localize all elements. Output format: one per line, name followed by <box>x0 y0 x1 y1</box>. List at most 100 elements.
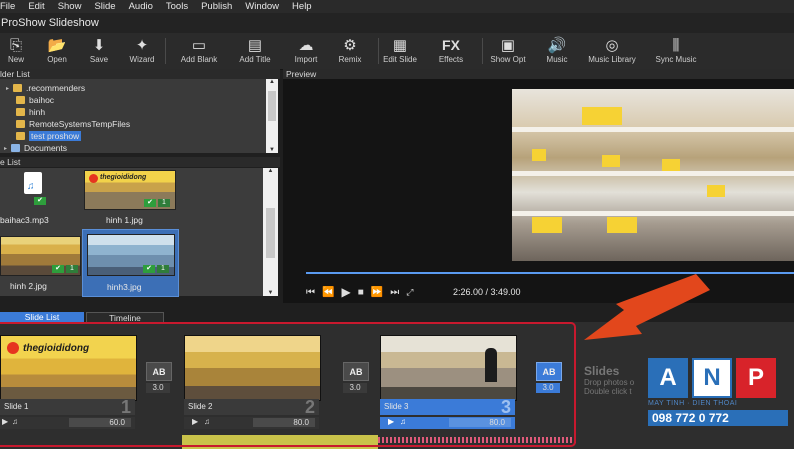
folder-item[interactable]: RemoteSystemsTempFiles <box>16 118 130 130</box>
play-icon[interactable]: ▶ <box>341 285 350 299</box>
import-icon: ☁ <box>298 37 314 54</box>
scroll-down-icon[interactable]: ▼ <box>263 290 278 296</box>
toolbar-label: Sync Music <box>655 55 697 64</box>
menu-item-file[interactable]: File <box>0 1 15 12</box>
toolbar-button-sync-music[interactable]: ⫼ Sync Music <box>653 35 699 65</box>
toolbar-label: Save <box>89 55 109 64</box>
file-item-image[interactable]: ✔ 1 hinh 2.jpg <box>0 230 82 292</box>
folder-label: baihoc <box>29 95 55 105</box>
music-library-icon: ◎ <box>605 37 619 54</box>
sync-music-icon: ⫼ <box>672 36 680 54</box>
file-name: hinh 2.jpg <box>10 281 47 291</box>
price-tag-decor <box>602 155 620 167</box>
brand-text: thegioididong <box>100 174 147 181</box>
folder-item[interactable]: ▸ Documents <box>4 142 67 154</box>
folder-item-selected[interactable]: test proshow <box>16 130 82 142</box>
file-scrollbar[interactable]: ▲ ▼ <box>263 168 278 296</box>
wizard-icon: ✦ <box>135 37 149 54</box>
fullscreen-icon[interactable]: ⤢ <box>406 287 413 298</box>
price-tag-decor <box>582 107 622 125</box>
open-folder-icon: 📂 <box>47 37 67 54</box>
file-name: baihac3.mp3 <box>0 215 49 225</box>
toolbar-button-effects[interactable]: FX Effects <box>428 35 474 64</box>
scroll-thumb[interactable] <box>266 208 275 258</box>
used-check-icon: ✔ <box>144 199 156 207</box>
arrow-annotation-icon <box>584 274 710 340</box>
toolbar-label: Show Opt <box>490 55 526 64</box>
save-icon: ⬇ <box>92 37 106 54</box>
menu-item-slide[interactable]: Slide <box>94 1 115 12</box>
preview-progress-fill <box>306 272 794 274</box>
toolbar-separator <box>482 38 483 64</box>
edit-slide-icon: ▦ <box>392 37 408 54</box>
toolbar-button-add-blank[interactable]: ▭ Add Blank <box>176 35 222 64</box>
folder-label: Documents <box>24 143 68 153</box>
folder-item[interactable]: ▸ .recommenders <box>6 82 85 94</box>
toolbar-label: New <box>7 55 24 64</box>
folder-list-header: lder List <box>0 69 280 79</box>
folder-label: RemoteSystemsTempFiles <box>29 119 131 129</box>
folder-icon <box>13 84 23 92</box>
folder-icon <box>16 132 25 140</box>
file-item-image[interactable]: thegioididong ✔ 1 hinh 1.jpg <box>84 168 176 228</box>
documents-folder-icon <box>11 144 21 152</box>
rewind-icon[interactable]: ⏪ <box>322 287 334 298</box>
toolbar-label: Music Library <box>588 55 636 64</box>
price-tag-decor <box>707 185 725 197</box>
menu-item-tools[interactable]: Tools <box>166 1 188 12</box>
toolbar-button-music[interactable]: 🔊 Music <box>534 35 580 64</box>
price-tag-decor <box>607 217 637 233</box>
new-icon: ⎘ <box>9 36 22 54</box>
toolbar-button-music-library[interactable]: ◎ Music Library <box>588 35 636 64</box>
menu-item-edit[interactable]: Edit <box>28 1 44 12</box>
folder-item[interactable]: baihoc <box>16 94 54 106</box>
toolbar-button-show-opt[interactable]: ▣ Show Opt <box>485 35 531 64</box>
toolbar-label: Effects <box>438 55 464 64</box>
toolbar-button-edit-slide[interactable]: ▦ Edit Slide <box>377 35 423 64</box>
toolbar-button-import[interactable]: ☁ Import <box>283 35 329 64</box>
scroll-down-icon[interactable]: ▼ <box>266 147 278 153</box>
file-list: ♫ ✔ baihac3.mp3 thegioididong ✔ 1 hinh 1… <box>0 168 278 297</box>
folder-item[interactable]: hinh <box>16 106 45 118</box>
stop-icon[interactable]: ■ <box>358 287 364 298</box>
menu-item-publish[interactable]: Publish <box>201 1 232 12</box>
fast-forward-icon[interactable]: ⏩ <box>371 287 383 298</box>
audio-file-icon: ♫ <box>24 172 42 194</box>
used-check-icon: ✔ <box>52 265 64 273</box>
toolbar-button-remix[interactable]: ⚙ Remix <box>327 35 373 64</box>
toolbar-button-add-title[interactable]: ▤ Add Title <box>232 35 278 64</box>
menu-item-window[interactable]: Window <box>245 1 279 12</box>
file-name: hinh3.jpg <box>107 282 142 292</box>
toolbar-button-save[interactable]: ⬇ Save <box>76 35 122 64</box>
toolbar-button-open[interactable]: 📂 Open <box>34 35 80 64</box>
add-title-icon: ▤ <box>247 37 263 54</box>
skip-end-icon[interactable]: ⏭ <box>390 287 399 298</box>
menu-item-audio[interactable]: Audio <box>129 1 153 12</box>
toolbar-button-wizard[interactable]: ✦ Wizard <box>119 35 165 64</box>
toolbar-label: Import <box>294 55 318 64</box>
scroll-up-icon[interactable]: ▲ <box>263 168 278 174</box>
toolbar-label: Music <box>546 55 568 64</box>
toolbar-label: Add Title <box>239 55 271 64</box>
preview-progress-track[interactable] <box>306 272 794 274</box>
scroll-thumb[interactable] <box>268 91 276 121</box>
shelf-decor <box>512 171 794 176</box>
toolbar-label: Wizard <box>129 55 155 64</box>
shelf-decor <box>512 127 794 132</box>
file-item-image-selected[interactable]: ✔ 1 hinh3.jpg <box>82 229 179 297</box>
scroll-up-icon[interactable]: ▲ <box>266 79 278 85</box>
empty-slide-placeholder[interactable]: Slides Drop photos o Double click t <box>584 364 634 396</box>
folder-label: test proshow <box>29 131 82 141</box>
expand-arrow-icon[interactable]: ▸ <box>4 145 7 152</box>
title-bar: ProShow Slideshow <box>0 13 794 33</box>
skip-start-icon[interactable]: ⏮ <box>306 287 315 298</box>
expand-arrow-icon[interactable]: ▸ <box>6 85 9 92</box>
logo-letter: A <box>648 358 688 398</box>
folder-icon <box>16 96 25 104</box>
use-count-badge: 1 <box>157 265 169 273</box>
folder-scrollbar[interactable]: ▲ ▼ <box>266 79 278 153</box>
menu-item-help[interactable]: Help <box>292 1 312 12</box>
remix-icon: ⚙ <box>343 37 357 54</box>
menu-item-show[interactable]: Show <box>58 1 82 12</box>
file-item-audio[interactable]: ♫ ✔ baihac3.mp3 <box>0 168 80 228</box>
